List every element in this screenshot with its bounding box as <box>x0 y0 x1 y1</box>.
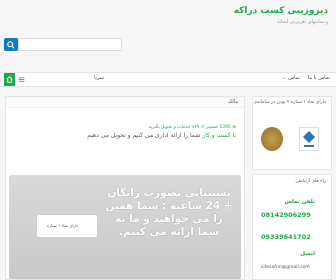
banner-box-label: دارای نماد ۱ ستاره <box>47 223 79 228</box>
site-title[interactable]: دیروزیبی کست دراکه <box>234 6 328 16</box>
home-icon <box>6 76 13 83</box>
site-subtitle: و سایتهای تعزیرتی اسانه <box>277 19 328 25</box>
enamad-badge-icon[interactable] <box>299 127 319 151</box>
search-input[interactable] <box>18 38 122 51</box>
nav-link-2[interactable]: تماس ... <box>282 75 300 81</box>
post-intro-link[interactable]: با کست و کار <box>202 132 236 139</box>
post-intro: با کست و کار شما را ارائه اداری می کنیم … <box>87 132 236 139</box>
home-button[interactable] <box>4 73 15 86</box>
search-button[interactable] <box>4 38 18 51</box>
main-header-title: مالک <box>227 99 238 105</box>
contact-heading: راه های ارتباطی <box>295 179 326 184</box>
page: دیروزیبی کست دراکه و سایتهای تعزیرتی اسا… <box>0 0 336 280</box>
contact-label-email: ایمیل <box>300 251 315 257</box>
main-panel: مالک ⊕ 1395 حسینر ۲، ۷۴۹ خدمات و تحویل ب… <box>5 96 245 280</box>
badge-heading: دارای نماد ۱ ستاره ۲ بودن در سامانه‌ی <box>253 100 326 105</box>
banner-text: پشتیبانی بصورت رایگان + 24 ساعته : شما ه… <box>105 187 233 238</box>
promo-banner: پشتیبانی بصورت رایگان + 24 ساعته : شما ه… <box>9 175 241 279</box>
post-meta-text[interactable]: ⊕ 1395 حسینر ۲، ۷۴۹ خدمات و تحویل بگیرید <box>149 125 237 130</box>
enamad-logo-icon <box>303 131 315 147</box>
banner-badge-box: دارای نماد ۱ ستاره <box>37 215 97 237</box>
search-icon <box>7 40 15 49</box>
contact-phone-1[interactable]: 08142906299 <box>261 211 311 219</box>
nav-link-3[interactable]: سریا <box>94 75 104 81</box>
contact-phone-2[interactable]: 09339641702 <box>261 233 311 241</box>
nav-bar: سریا تماس ... تماس با ما <box>0 72 336 87</box>
contact-label-phone: تلفن تماس <box>284 199 315 205</box>
menu-icon[interactable] <box>18 76 25 83</box>
post-meta: ⊕ 1395 حسینر ۲، ۷۴۹ خدمات و تحویل بگیرید <box>149 125 237 130</box>
main-header: مالک <box>6 97 244 108</box>
contact-email[interactable]: sitesafrin@gmail.com <box>261 265 310 270</box>
contact-box: راه های ارتباطی تلفن تماس 08142906299 09… <box>252 174 332 280</box>
samandehi-seal-icon[interactable] <box>261 127 283 151</box>
nav-link-contact[interactable]: تماس با ما <box>308 75 330 81</box>
badge-box: دارای نماد ۱ ستاره ۲ بودن در سامانه‌ی <box>252 96 332 170</box>
post-intro-text: شما را ارائه اداری می کنیم و تحویل می ده… <box>87 132 203 139</box>
